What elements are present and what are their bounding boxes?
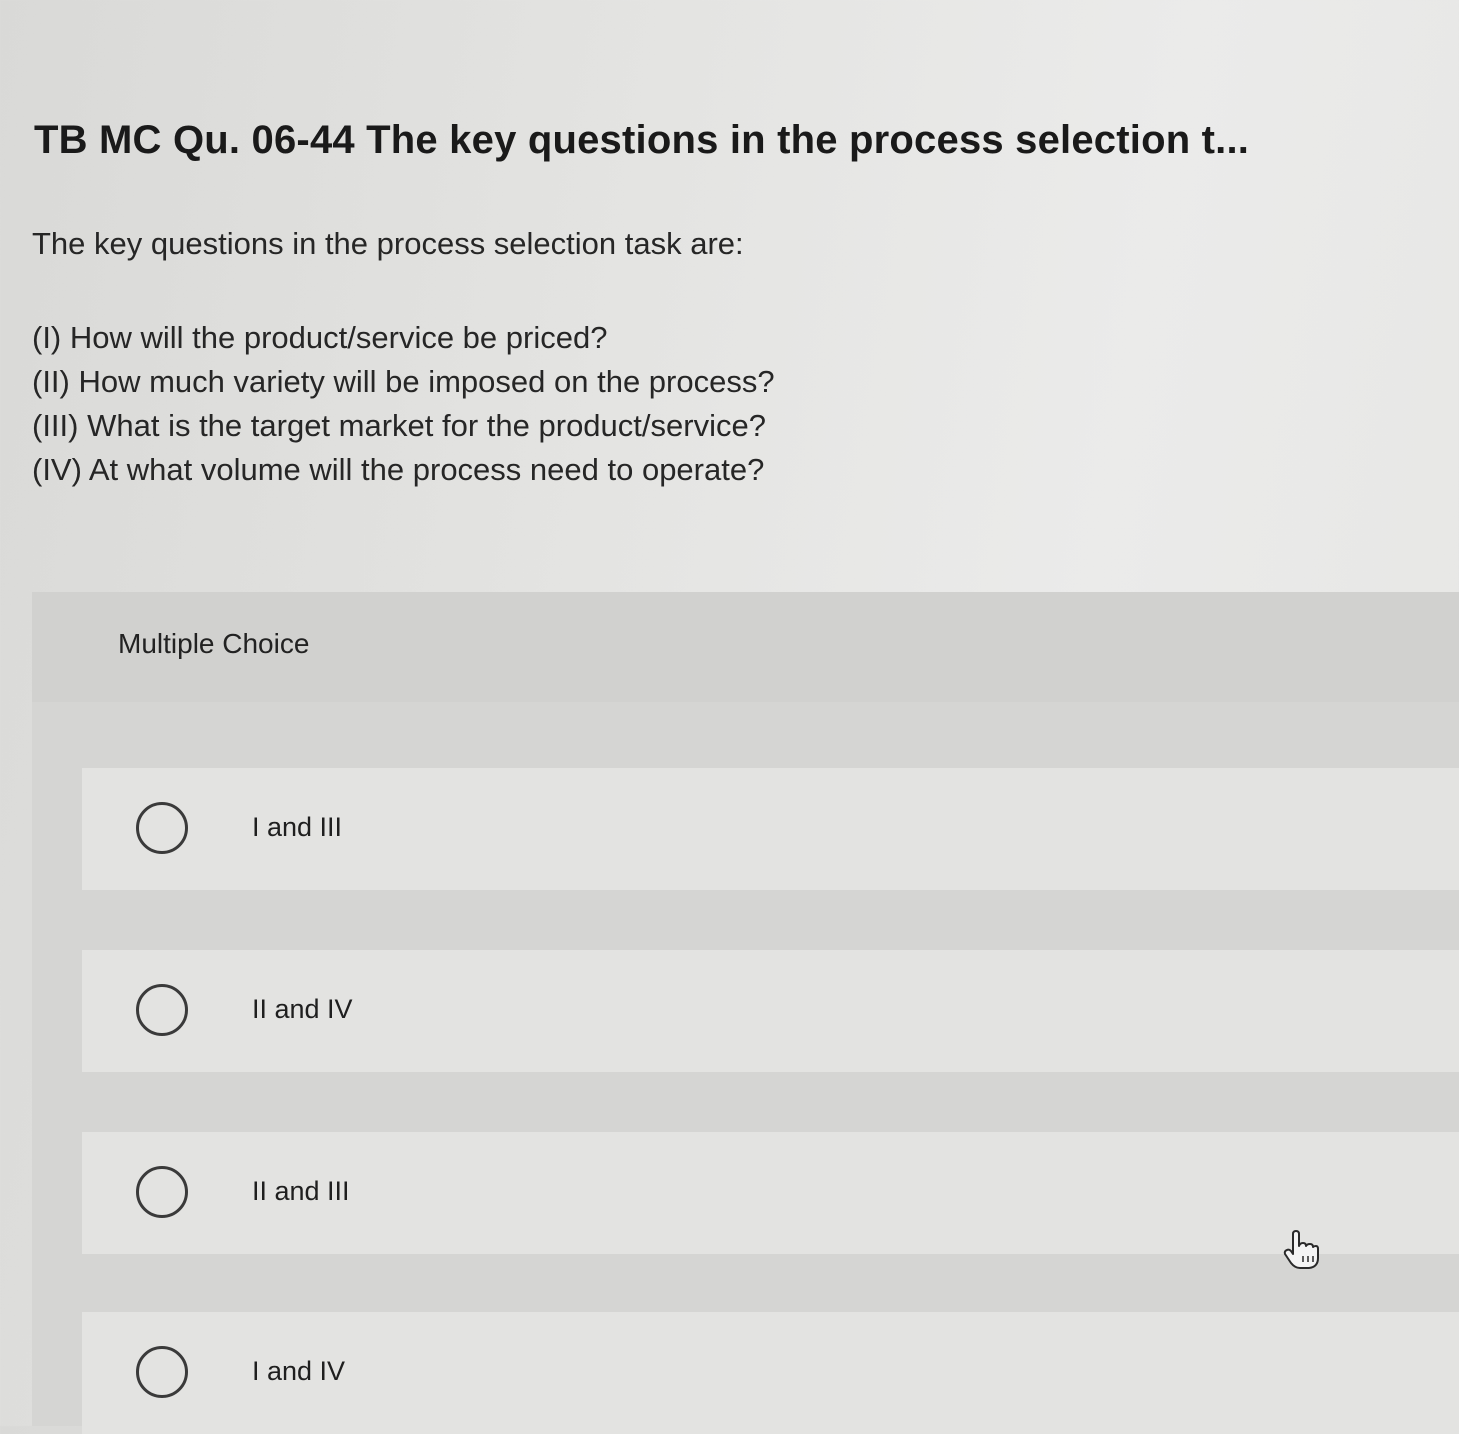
radio-button[interactable]	[136, 1346, 188, 1398]
question-title: TB MC Qu. 06-44 The key questions in the…	[34, 118, 1250, 162]
answer-option[interactable]: I and III	[82, 768, 1459, 890]
radio-button[interactable]	[136, 802, 188, 854]
answer-option-label: II and IV	[252, 994, 353, 1024]
statement-item: (I) How will the product/service be pric…	[32, 320, 608, 355]
answer-option-label: I and III	[252, 812, 343, 842]
multiple-choice-label: Multiple Choice	[118, 628, 310, 659]
answer-option[interactable]: II and IV	[82, 950, 1459, 1072]
multiple-choice-panel: Multiple Choice I and III II and IV II a…	[32, 592, 1459, 1434]
answer-option-label: I and IV	[252, 1356, 346, 1386]
answer-option[interactable]: II and III	[82, 1132, 1459, 1254]
hand-pointer-icon	[1283, 1230, 1319, 1270]
answer-option[interactable]: I and IV	[82, 1312, 1459, 1434]
statement-list: (I) How will the product/service be pric…	[32, 316, 775, 492]
statement-item: (III) What is the target market for the …	[32, 408, 766, 443]
radio-button[interactable]	[136, 984, 188, 1036]
statement-item: (IV) At what volume will the process nee…	[32, 452, 765, 487]
question-prompt: The key questions in the process selecti…	[32, 226, 744, 261]
statement-item: (II) How much variety will be imposed on…	[32, 364, 775, 399]
answer-option-label: II and III	[252, 1176, 350, 1206]
multiple-choice-header: Multiple Choice	[32, 592, 1459, 702]
radio-button[interactable]	[136, 1166, 188, 1218]
